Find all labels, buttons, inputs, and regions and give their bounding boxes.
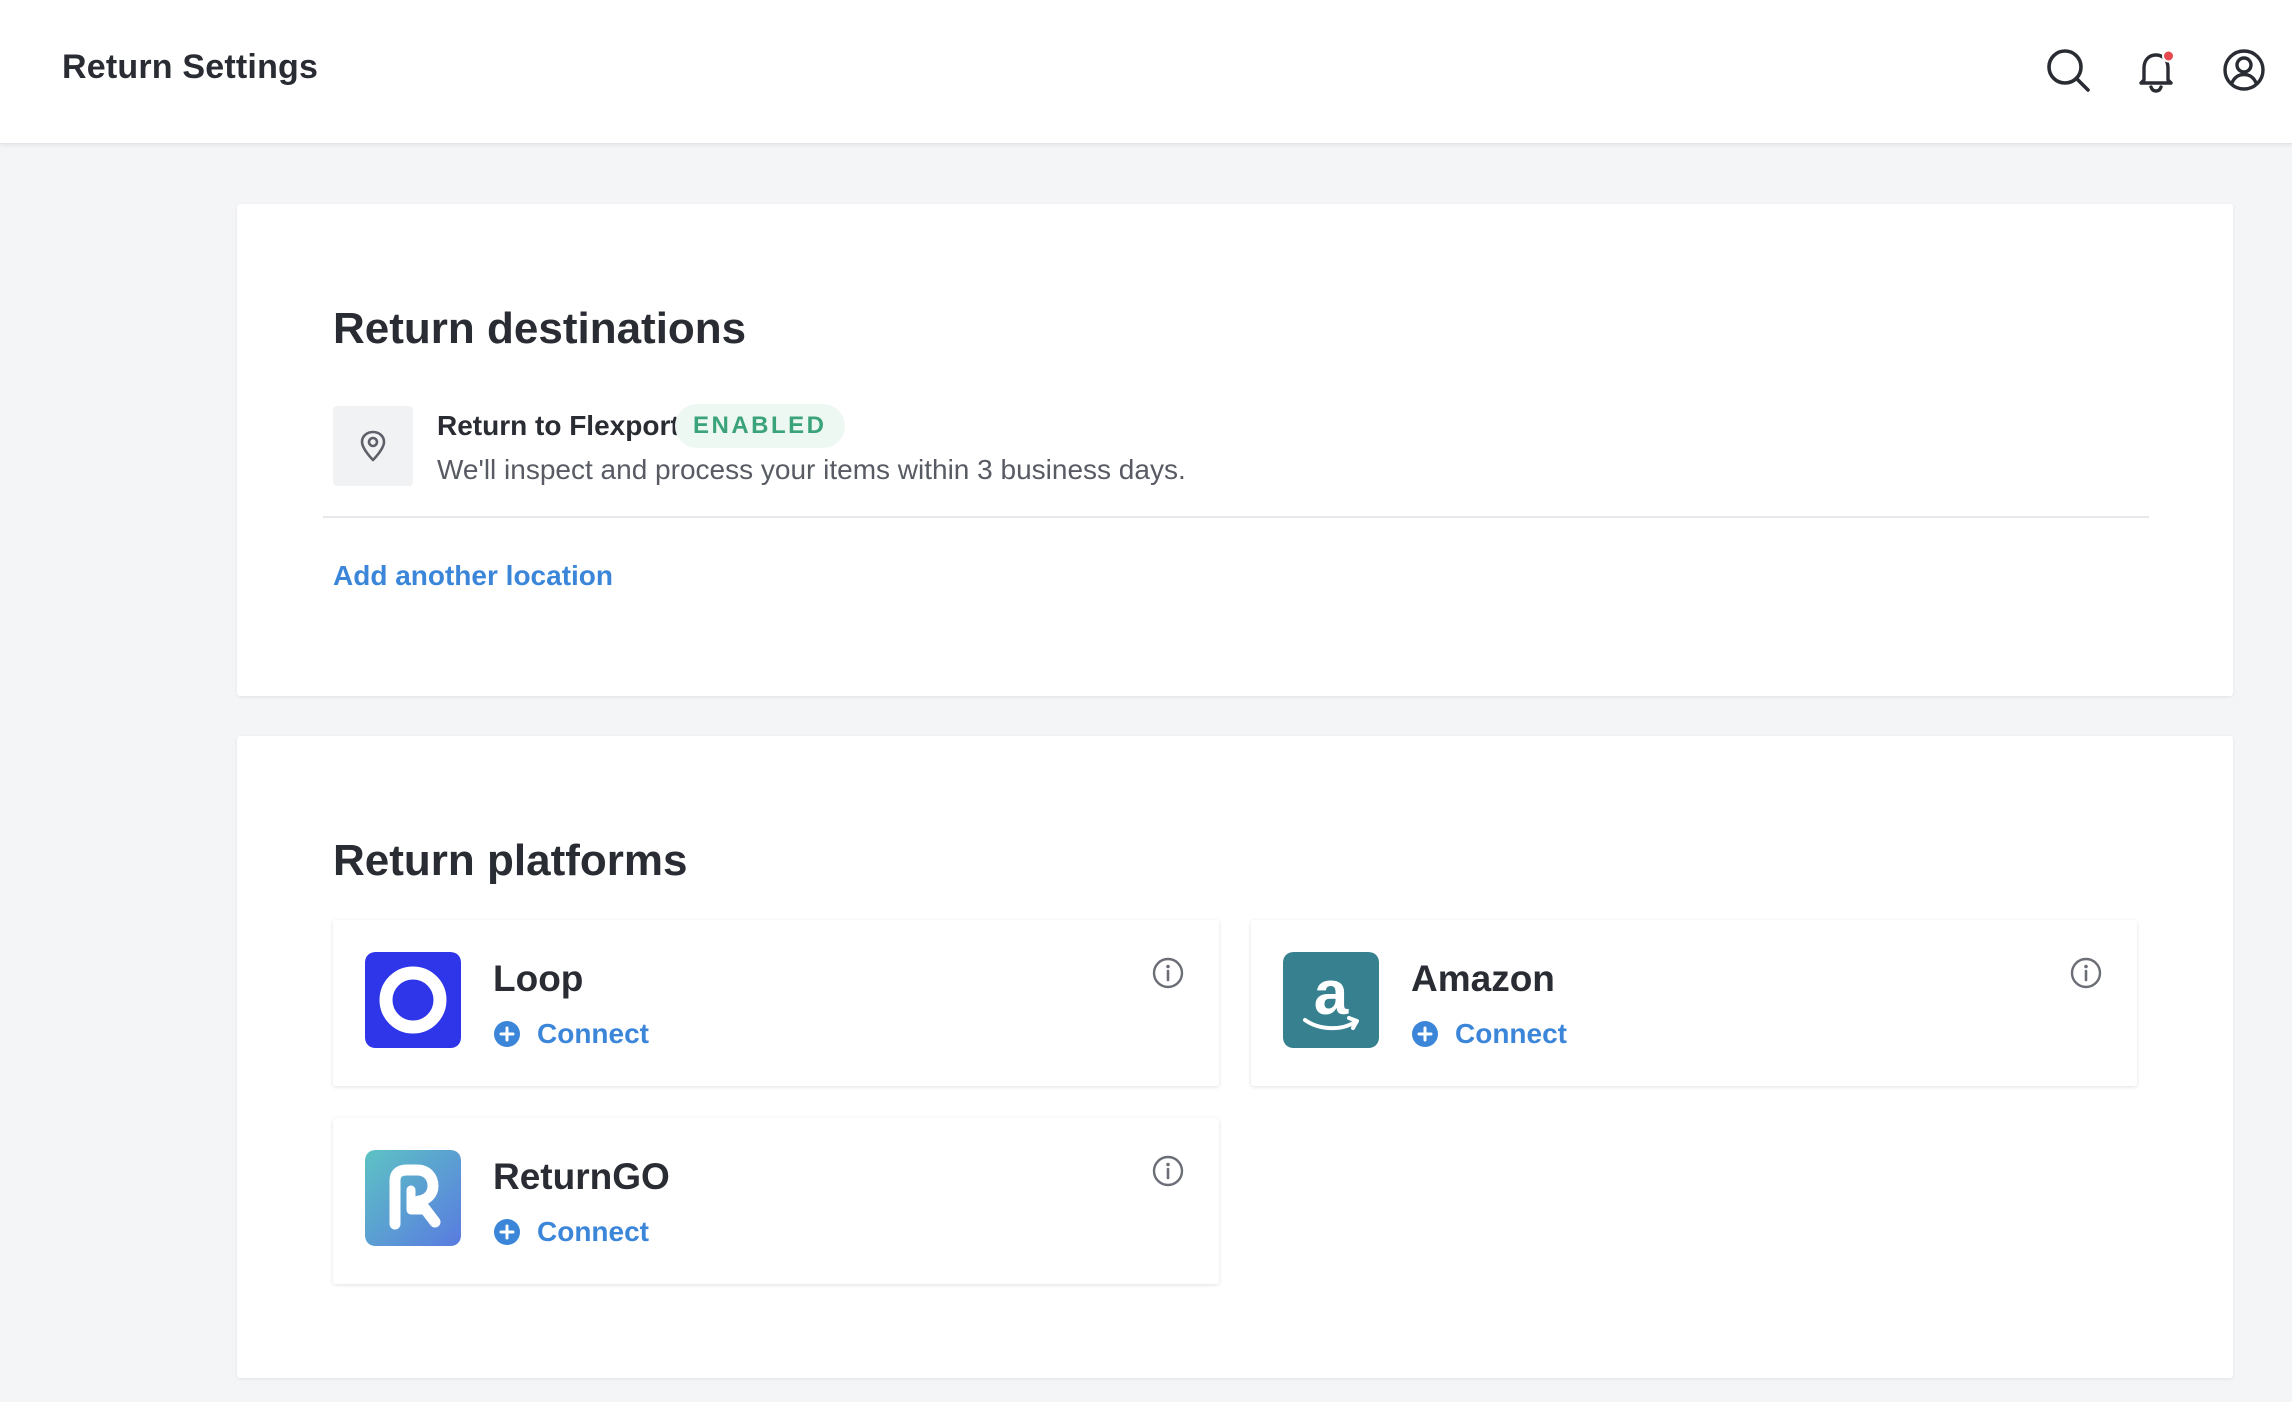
return-platforms-title: Return platforms — [333, 836, 688, 885]
info-icon[interactable] — [1151, 956, 1185, 990]
page-title: Return Settings — [62, 48, 319, 86]
svg-text:a: a — [1314, 959, 1349, 1028]
amazon-logo: a — [1283, 952, 1379, 1048]
connect-label: Connect — [1455, 1018, 1567, 1049]
platform-name: ReturnGO — [493, 1156, 670, 1197]
platform-name: Amazon — [1411, 958, 1555, 999]
platform-name: Loop — [493, 958, 584, 999]
return-platforms-card: Return platforms Loop Connect a Amazon C… — [237, 736, 2233, 1378]
platform-tile-returngo: ReturnGO Connect — [333, 1118, 1219, 1284]
account-icon[interactable] — [2218, 44, 2270, 96]
returngo-logo — [365, 1150, 461, 1246]
connect-button-returngo[interactable]: Connect — [493, 1212, 649, 1252]
return-destinations-title: Return destinations — [333, 304, 747, 353]
return-destinations-card: Return destinations Return to Flexport E… — [237, 204, 2233, 696]
destination-description: We'll inspect and process your items wit… — [437, 454, 1186, 485]
loop-logo — [365, 952, 461, 1048]
search-icon[interactable] — [2042, 44, 2094, 96]
plus-circle-icon — [494, 1021, 520, 1047]
location-pin-icon — [333, 406, 413, 486]
notification-dot — [2162, 49, 2175, 63]
plus-circle-icon — [1412, 1021, 1438, 1047]
add-another-location-link[interactable]: Add another location — [333, 560, 613, 592]
destination-name: Return to Flexport — [437, 410, 680, 441]
connect-label: Connect — [537, 1018, 649, 1049]
top-bar: Return Settings — [0, 0, 2292, 144]
connect-button-amazon[interactable]: Connect — [1411, 1014, 1567, 1054]
platform-tile-amazon: a Amazon Connect — [1251, 920, 2137, 1086]
bell-icon[interactable] — [2130, 44, 2182, 96]
connect-label: Connect — [537, 1216, 649, 1247]
platform-tile-loop: Loop Connect — [333, 920, 1219, 1086]
destination-row: Return to Flexport ENABLED We'll inspect… — [323, 404, 2149, 518]
info-icon[interactable] — [2069, 956, 2103, 990]
connect-button-loop[interactable]: Connect — [493, 1014, 649, 1054]
plus-circle-icon — [494, 1219, 520, 1245]
status-badge: ENABLED — [675, 404, 845, 448]
info-icon[interactable] — [1151, 1154, 1185, 1188]
